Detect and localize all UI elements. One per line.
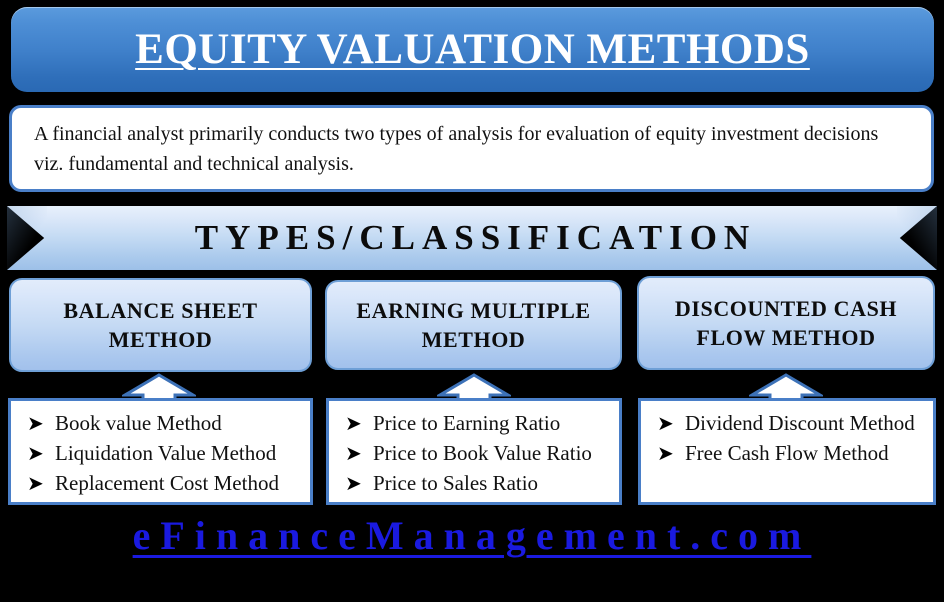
method-list-earning-multiple: ➤ Price to Earning Ratio ➤ Price to Book… <box>326 398 622 505</box>
types-classification-banner <box>7 206 937 270</box>
description-box: A financial analyst primarily conducts t… <box>9 105 934 192</box>
method-title: EARNING MULTIPLE METHOD <box>356 298 591 352</box>
description-text: A financial analyst primarily conducts t… <box>34 123 879 175</box>
list-item-label: Liquidation Value Method <box>55 441 277 465</box>
list-item: ➤ Price to Earning Ratio <box>339 409 613 437</box>
arrow-bullet-icon: ➤ <box>657 441 674 465</box>
list-item-label: Dividend Discount Method <box>685 411 915 435</box>
list-item: ➤ Price to Book Value Ratio <box>339 439 613 467</box>
list-item-label: Price to Book Value Ratio <box>373 441 592 465</box>
arrow-bullet-icon: ➤ <box>657 411 674 435</box>
list-item-label: Book value Method <box>55 411 222 435</box>
list-item: ➤ Replacement Cost Method <box>21 469 304 497</box>
list-item-label: Free Cash Flow Method <box>685 441 889 465</box>
page-title: EQUITY VALUATION METHODS <box>135 26 810 73</box>
footer-branding[interactable]: eFinanceManagement.com <box>0 512 944 559</box>
list-item: ➤ Free Cash Flow Method <box>651 439 927 467</box>
list-item: ➤ Price to Sales Ratio <box>339 469 613 497</box>
method-box-balance-sheet[interactable]: BALANCE SHEET METHOD <box>9 278 312 372</box>
arrow-bullet-icon: ➤ <box>27 441 44 465</box>
arrow-bullet-icon: ➤ <box>345 471 362 495</box>
arrow-bullet-icon: ➤ <box>27 471 44 495</box>
infographic-canvas: EQUITY VALUATION METHODS A financial ana… <box>0 0 944 602</box>
header-title-bar: EQUITY VALUATION METHODS <box>11 7 934 92</box>
method-title: BALANCE SHEET METHOD <box>63 298 258 352</box>
list-item-label: Replacement Cost Method <box>55 471 279 495</box>
list-item: ➤ Dividend Discount Method <box>651 409 927 437</box>
list-item-label: Price to Earning Ratio <box>373 411 561 435</box>
list-item-label: Price to Sales Ratio <box>373 471 539 495</box>
brand-name[interactable]: eFinanceManagement.com <box>133 513 812 558</box>
list-item: ➤ Liquidation Value Method <box>21 439 304 467</box>
arrow-bullet-icon: ➤ <box>27 411 44 435</box>
method-list-discounted-cash-flow: ➤ Dividend Discount Method ➤ Free Cash F… <box>638 398 936 505</box>
method-title: DISCOUNTED CASH FLOW METHOD <box>674 296 898 350</box>
arrow-bullet-icon: ➤ <box>345 441 362 465</box>
arrow-bullet-icon: ➤ <box>345 411 362 435</box>
method-box-discounted-cash-flow[interactable]: DISCOUNTED CASH FLOW METHOD <box>637 276 935 370</box>
method-box-earning-multiple[interactable]: EARNING MULTIPLE METHOD <box>325 280 622 370</box>
method-list-balance-sheet: ➤ Book value Method ➤ Liquidation Value … <box>8 398 313 505</box>
list-item: ➤ Book value Method <box>21 409 304 437</box>
